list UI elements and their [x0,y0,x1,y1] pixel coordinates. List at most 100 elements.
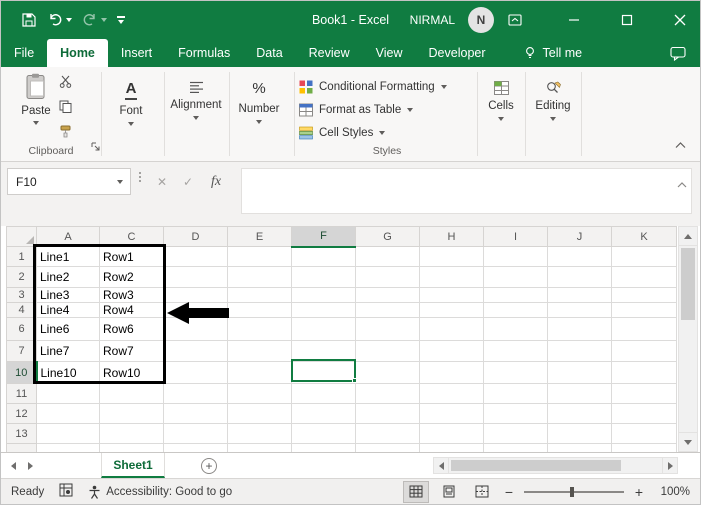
cells-group-button[interactable]: Cells [480,81,522,121]
column-header-d[interactable]: D [163,226,228,247]
grid-cell[interactable] [355,423,420,444]
number-dropdown-icon[interactable] [256,119,262,124]
horizontal-scroll-track[interactable] [449,457,662,474]
grid-cell[interactable] [355,383,420,404]
grid-cell[interactable] [611,443,677,452]
row-header-4[interactable]: 4 [6,302,37,318]
grid-cell[interactable] [163,361,228,384]
copy-button[interactable] [59,100,72,118]
column-header-f-selected[interactable]: F [291,226,356,248]
redo-button[interactable] [82,12,107,28]
cell-styles-button[interactable]: Cell Styles [299,121,475,144]
grid-cell[interactable] [227,287,292,303]
grid-cell[interactable] [355,266,420,288]
grid-cell[interactable] [611,246,677,267]
tab-insert[interactable]: Insert [108,39,165,67]
grid-cell[interactable] [355,246,420,267]
undo-button[interactable] [47,12,72,28]
grid-cell[interactable] [419,403,484,424]
grid-cell[interactable]: Line4 [36,302,100,318]
scroll-right-button[interactable] [662,457,678,474]
page-break-preview-button[interactable] [470,482,494,502]
alignment-group-button[interactable]: Alignment [167,81,225,120]
grid-cell[interactable] [227,246,292,267]
grid-cell[interactable] [36,443,100,452]
grid-cell[interactable] [163,340,228,362]
zoom-in-button[interactable]: + [633,484,645,500]
grid-cell[interactable] [291,302,356,318]
grid-cell[interactable] [36,423,100,444]
grid-cell[interactable] [483,266,548,288]
grid-cell[interactable] [483,246,548,267]
grid-cell[interactable] [419,287,484,303]
row-header-10-selected[interactable]: 10 [6,361,38,384]
grid-cell[interactable] [483,443,548,452]
paste-dropdown-icon[interactable] [33,121,39,125]
grid-cell[interactable] [547,302,612,318]
grid-cell[interactable] [419,361,484,384]
grid-cell[interactable] [611,403,677,424]
row-header-13[interactable]: 13 [6,423,37,444]
comments-button[interactable] [670,39,686,67]
scroll-left-button[interactable] [433,457,449,474]
grid-cell[interactable]: Row1 [99,246,164,267]
sheet-tab-sheet1[interactable]: Sheet1 [101,453,165,478]
grid-cell[interactable] [611,423,677,444]
grid-cell[interactable] [419,246,484,267]
editing-dropdown-icon[interactable] [550,117,556,121]
grid-cell[interactable]: Row7 [99,340,164,362]
grid-cell[interactable] [227,383,292,404]
row-header-6[interactable]: 6 [6,317,37,341]
paste-button[interactable]: Paste [13,73,59,125]
grid-cell[interactable] [419,266,484,288]
grid-cell[interactable] [611,361,677,384]
grid-cell[interactable] [36,403,100,424]
column-header-a[interactable]: A [36,226,100,247]
scroll-down-button[interactable] [679,432,697,451]
column-header-g[interactable]: G [355,226,420,247]
font-dropdown-icon[interactable] [128,121,134,126]
page-layout-view-button[interactable] [437,482,461,502]
column-header-e[interactable]: E [227,226,292,247]
row-header-partial[interactable] [6,443,37,452]
grid-cell[interactable] [291,383,356,404]
horizontal-scrollbar[interactable] [433,457,678,474]
grid-cell[interactable] [355,361,420,384]
grid-cell[interactable] [163,423,228,444]
column-header-k[interactable]: K [611,226,677,247]
grid-cell[interactable] [99,403,164,424]
column-header-c[interactable]: C [99,226,164,247]
grid-cell[interactable] [163,383,228,404]
tab-formulas[interactable]: Formulas [165,39,243,67]
grid-cell[interactable]: Line10 [36,361,100,384]
grid-cell[interactable] [291,317,356,341]
clipboard-dialog-launcher[interactable] [91,138,100,156]
column-header-i[interactable]: I [483,226,548,247]
row-header-12[interactable]: 12 [6,403,37,424]
grid-cell[interactable]: Line3 [36,287,100,303]
name-box-dropdown[interactable] [110,169,130,194]
grid-cell[interactable] [99,383,164,404]
grid-cell[interactable] [483,302,548,318]
grid-cell[interactable] [227,266,292,288]
zoom-slider-thumb[interactable] [570,486,574,497]
customize-quick-access-button[interactable] [117,16,125,24]
select-all-button[interactable] [6,226,37,247]
previous-sheet-button[interactable] [11,461,16,470]
grid-cell[interactable] [611,317,677,341]
grid-cell[interactable] [419,423,484,444]
grid-cell[interactable] [611,383,677,404]
grid-cell[interactable] [36,383,100,404]
close-button[interactable] [660,1,700,39]
grid-cell[interactable] [483,340,548,362]
accessibility-status[interactable]: Accessibility: Good to go [88,485,232,499]
horizontal-scroll-thumb[interactable] [451,460,621,471]
tell-me-box[interactable]: Tell me [513,39,593,67]
grid-cell[interactable] [163,246,228,267]
insert-function-button[interactable]: fx [205,168,227,195]
number-group-button[interactable]: % Number [232,80,286,124]
grid-cell[interactable] [547,246,612,267]
grid-cell[interactable] [291,287,356,303]
formula-bar-splitter[interactable] [139,172,141,182]
grid-cell[interactable] [227,443,292,452]
